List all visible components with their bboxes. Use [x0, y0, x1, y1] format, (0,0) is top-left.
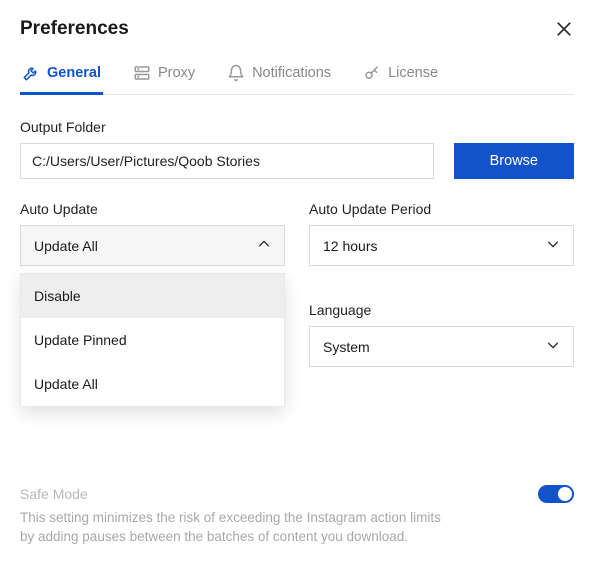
- titlebar: Preferences: [20, 18, 574, 40]
- auto-update-value: Update All: [34, 238, 98, 254]
- close-icon: [554, 19, 574, 39]
- safe-mode-toggle[interactable]: [538, 485, 574, 503]
- dropdown-option[interactable]: Disable: [21, 274, 284, 318]
- safe-mode-description: This setting minimizes the risk of excee…: [20, 509, 450, 547]
- language-label: Language: [309, 302, 574, 318]
- wrench-icon: [22, 64, 40, 82]
- browse-button[interactable]: Browse: [454, 143, 574, 179]
- tab-proxy[interactable]: Proxy: [131, 58, 197, 95]
- output-folder-input[interactable]: [20, 143, 434, 179]
- close-button[interactable]: [554, 19, 574, 39]
- auto-update-period-select[interactable]: 12 hours: [309, 225, 574, 266]
- auto-update-label: Auto Update: [20, 201, 285, 217]
- auto-update-period-label: Auto Update Period: [309, 201, 574, 217]
- tab-label: Proxy: [158, 65, 195, 81]
- window-title: Preferences: [20, 18, 129, 40]
- auto-update-period-value: 12 hours: [323, 238, 377, 254]
- tab-label: Notifications: [252, 65, 331, 81]
- key-icon: [363, 64, 381, 82]
- chevron-up-icon: [257, 237, 271, 254]
- server-icon: [133, 64, 151, 82]
- tab-general[interactable]: General: [20, 58, 103, 95]
- tab-label: General: [47, 65, 101, 81]
- auto-update-dropdown: Disable Update Pinned Update All: [20, 273, 285, 407]
- bell-icon: [227, 64, 245, 82]
- tab-notifications[interactable]: Notifications: [225, 58, 333, 95]
- tabs: General Proxy Notifications License: [20, 58, 574, 95]
- dropdown-option[interactable]: Update All: [21, 362, 284, 406]
- chevron-down-icon: [546, 338, 560, 355]
- auto-update-select[interactable]: Update All: [20, 225, 285, 266]
- safe-mode-label: Safe Mode: [20, 486, 88, 502]
- chevron-down-icon: [546, 237, 560, 254]
- tab-license[interactable]: License: [361, 58, 440, 95]
- language-value: System: [323, 339, 370, 355]
- dropdown-option[interactable]: Update Pinned: [21, 318, 284, 362]
- language-select[interactable]: System: [309, 326, 574, 367]
- tab-label: License: [388, 65, 438, 81]
- output-folder-label: Output Folder: [20, 119, 574, 135]
